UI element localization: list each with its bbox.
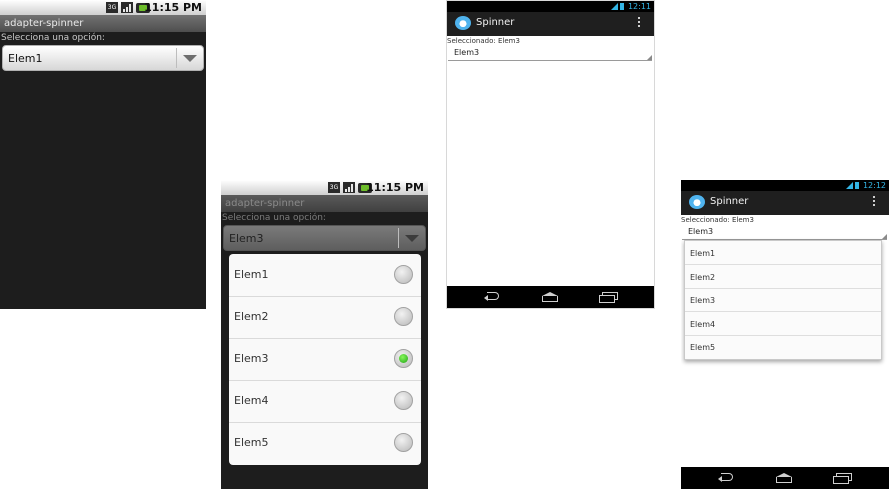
dialog-item-label: Elem1 [234, 268, 269, 281]
back-icon[interactable] [718, 473, 734, 483]
option-spinner[interactable]: Elem3 [682, 225, 887, 240]
signal-icon [343, 182, 355, 193]
app-title: adapter-spinner [221, 195, 428, 212]
signal-icon [121, 2, 133, 13]
battery-icon [855, 182, 859, 189]
overflow-menu-icon[interactable] [873, 196, 876, 209]
dialog-item-elem3[interactable]: Elem3 [229, 338, 421, 381]
option-spinner[interactable]: Elem1 [2, 45, 204, 71]
dialog-item-label: Elem4 [234, 394, 269, 407]
dialog-item-elem5[interactable]: Elem5 [229, 422, 421, 464]
selected-label: Seleccionado: Elem3 [447, 37, 520, 45]
app-title: Spinner [476, 17, 515, 28]
network-3g-icon: 3G [106, 2, 118, 13]
app-logo-icon[interactable] [455, 16, 471, 30]
dropdown-item-label: Elem4 [690, 320, 716, 329]
back-icon[interactable] [484, 292, 500, 302]
status-time: 12:11 [627, 2, 651, 11]
status-time: 12:12 [862, 181, 886, 190]
app-title: Spinner [710, 196, 749, 207]
recent-apps-icon[interactable] [598, 292, 618, 303]
prompt-label: Selecciona una opción: [222, 213, 326, 223]
screen-holo-closed: 12:11 Spinner Seleccionado: Elem3 Elem3 [446, 0, 655, 309]
network-3g-icon: 3G [328, 182, 340, 193]
action-bar: Spinner [681, 191, 889, 215]
status-bar: 3G 11:15 PM [221, 180, 428, 195]
spinner-value: Elem1 [8, 52, 43, 65]
screen-gingerbread-dialog: 3G 11:15 PM adapter-spinner Selecciona u… [221, 180, 428, 489]
option-spinner[interactable]: Elem3 [223, 225, 426, 251]
spinner-value: Elem3 [454, 48, 480, 57]
dialog-item-elem1[interactable]: Elem1 [229, 254, 421, 297]
spinner-corner-icon [882, 234, 887, 239]
radio-button[interactable] [394, 391, 413, 410]
dialog-item-label: Elem2 [234, 310, 269, 323]
dropdown-item-label: Elem1 [690, 249, 716, 258]
option-spinner[interactable]: Elem3 [448, 46, 652, 61]
dialog-item-elem2[interactable]: Elem2 [229, 296, 421, 339]
dropdown-item-elem5[interactable]: Elem5 [685, 335, 881, 358]
options-dialog: Elem1 Elem2 Elem3 Elem4 Elem5 [229, 254, 421, 465]
dropdown-item-elem4[interactable]: Elem4 [685, 312, 881, 336]
dropdown-item-label: Elem2 [690, 273, 716, 282]
spinner-value: Elem3 [229, 232, 264, 245]
status-bar: 12:12 [681, 180, 889, 191]
screen-gingerbread-closed: 3G 11:15 PM adapter-spinner Selecciona u… [0, 0, 206, 309]
spinner-dropdown-list: Elem1 Elem2 Elem3 Elem4 Elem5 [684, 240, 882, 360]
dropdown-item-label: Elem5 [690, 343, 716, 352]
radio-button[interactable] [394, 265, 413, 284]
dialog-item-label: Elem5 [234, 436, 269, 449]
action-bar: Spinner [447, 12, 654, 36]
recent-apps-icon[interactable] [832, 473, 852, 484]
spinner-corner-icon [647, 55, 652, 60]
dialog-item-elem4[interactable]: Elem4 [229, 380, 421, 423]
radio-button[interactable] [394, 307, 413, 326]
dropdown-arrow-icon[interactable] [398, 228, 425, 248]
navigation-bar [681, 467, 889, 489]
dropdown-item-elem2[interactable]: Elem2 [685, 265, 881, 289]
app-title: adapter-spinner [0, 15, 206, 32]
dropdown-item-elem1[interactable]: Elem1 [685, 241, 881, 265]
app-logo-icon[interactable] [689, 195, 705, 209]
radio-button-checked[interactable] [394, 349, 413, 368]
status-time: 11:15 PM [366, 181, 424, 194]
prompt-label: Selecciona una opción: [1, 33, 105, 43]
navigation-bar [447, 286, 654, 308]
status-bar: 3G 11:15 PM [0, 0, 206, 15]
dropdown-item-elem3[interactable]: Elem3 [685, 288, 881, 312]
dropdown-item-label: Elem3 [690, 296, 716, 305]
screen-holo-dropdown: 12:12 Spinner Seleccionado: Elem3 Elem3 … [681, 180, 889, 489]
home-icon[interactable] [540, 292, 560, 302]
home-icon[interactable] [774, 473, 794, 483]
status-time: 11:15 PM [144, 1, 202, 14]
radio-button[interactable] [394, 433, 413, 452]
overflow-menu-icon[interactable] [638, 17, 641, 30]
battery-icon [620, 3, 624, 10]
signal-icon [846, 182, 853, 189]
dropdown-arrow-icon[interactable] [176, 48, 203, 68]
dialog-item-label: Elem3 [234, 352, 269, 365]
status-bar: 12:11 [447, 1, 654, 12]
selected-label: Seleccionado: Elem3 [681, 216, 754, 224]
signal-icon [611, 3, 618, 10]
spinner-value: Elem3 [688, 227, 714, 236]
